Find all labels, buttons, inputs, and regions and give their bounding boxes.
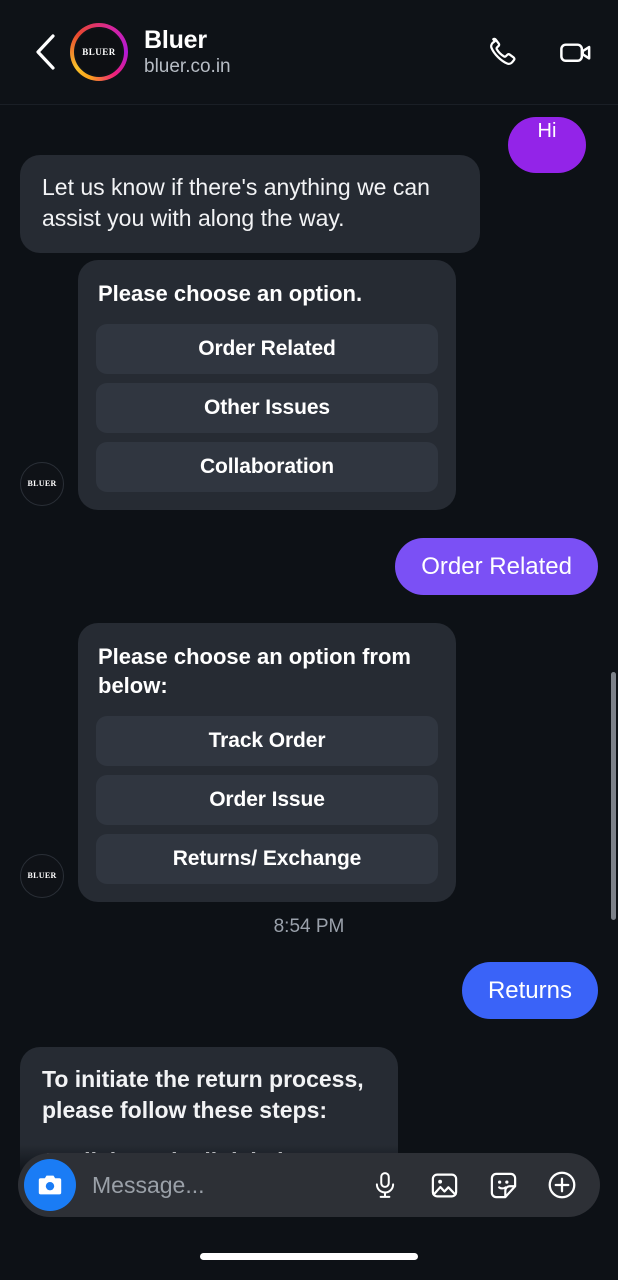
message-list-inner: Hi Let us know if there's anything we ca… bbox=[20, 117, 598, 1196]
option-other-issues[interactable]: Other Issues bbox=[96, 382, 438, 433]
message-row: Please choose an option. Order Related O… bbox=[20, 259, 598, 510]
message-list[interactable]: Hi Let us know if there's anything we ca… bbox=[0, 105, 618, 1280]
option-returns-exchange[interactable]: Returns/ Exchange bbox=[96, 833, 438, 884]
message-row: Let us know if there's anything we can a… bbox=[20, 155, 598, 253]
message-row: Returns bbox=[20, 961, 598, 1020]
message-row: Order Related bbox=[20, 537, 598, 596]
avatar-logo-text: BLUER bbox=[27, 479, 57, 489]
sticker-icon bbox=[490, 1172, 516, 1198]
avatar-logo-text: BLUER bbox=[82, 47, 116, 57]
chat-screen: BLUER Bluer bluer.co.in Hi Let us know i… bbox=[0, 0, 618, 1280]
message-bubble-sent[interactable]: Order Related bbox=[395, 537, 598, 596]
message-timestamp: 8:54 PM bbox=[273, 915, 345, 937]
message-text: Returns bbox=[487, 976, 572, 1004]
options-list: Order Related Other Issues Collaboration bbox=[96, 323, 438, 492]
message-bubble-options: Please choose an option from below: Trac… bbox=[78, 623, 456, 902]
sender-avatar: BLUER bbox=[20, 853, 64, 898]
option-track-order[interactable]: Track Order bbox=[96, 715, 438, 766]
scrollbar[interactable] bbox=[611, 672, 616, 920]
chevron-left-icon bbox=[36, 34, 55, 70]
camera-button[interactable] bbox=[24, 1159, 76, 1211]
page-title: Bluer bbox=[144, 25, 207, 54]
add-button[interactable] bbox=[544, 1167, 580, 1203]
mic-button[interactable] bbox=[367, 1167, 403, 1203]
image-icon bbox=[431, 1173, 457, 1197]
message-text: To initiate the return process, please f… bbox=[42, 1066, 364, 1124]
option-order-issue[interactable]: Order Issue bbox=[96, 774, 438, 825]
option-collaboration[interactable]: Collaboration bbox=[96, 441, 438, 492]
header-actions bbox=[482, 32, 596, 72]
gallery-button[interactable] bbox=[426, 1167, 462, 1203]
message-bubble-bot[interactable]: Let us know if there's anything we can a… bbox=[20, 155, 480, 253]
options-card-title: Please choose an option from below: bbox=[98, 644, 411, 698]
avatar-logo-text: BLUER bbox=[27, 871, 57, 881]
options-card-title: Please choose an option. bbox=[98, 280, 363, 306]
options-list: Track Order Order Issue Returns/ Exchang… bbox=[96, 715, 438, 884]
plus-circle-icon bbox=[548, 1171, 576, 1199]
phone-icon bbox=[490, 37, 516, 65]
sender-avatar: BLUER bbox=[20, 461, 64, 506]
home-indicator bbox=[200, 1253, 418, 1260]
option-order-related[interactable]: Order Related bbox=[96, 323, 438, 374]
back-button[interactable] bbox=[28, 29, 62, 75]
message-text: Let us know if there's anything we can a… bbox=[42, 174, 430, 231]
audio-call-button[interactable] bbox=[482, 32, 522, 72]
sticker-button[interactable] bbox=[485, 1167, 521, 1203]
message-input[interactable]: Message... bbox=[76, 1172, 367, 1199]
message-composer: Message... bbox=[18, 1153, 600, 1217]
message-text: Order Related bbox=[421, 552, 572, 580]
video-call-button[interactable] bbox=[556, 32, 596, 72]
composer-actions bbox=[367, 1167, 584, 1203]
message-bubble-options: Please choose an option. Order Related O… bbox=[78, 259, 456, 510]
avatar-inner: BLUER bbox=[74, 27, 124, 77]
video-camera-icon bbox=[560, 43, 591, 63]
message-row: Please choose an option from below: Trac… bbox=[20, 623, 598, 902]
message-bubble-cutoff[interactable]: Hi bbox=[508, 117, 586, 173]
avatar[interactable]: BLUER bbox=[70, 23, 128, 81]
composer-area: Message... bbox=[0, 1145, 618, 1280]
camera-icon bbox=[38, 1175, 62, 1195]
header-title-group[interactable]: Bluer bluer.co.in bbox=[144, 26, 482, 79]
message-bubble-sent[interactable]: Returns bbox=[461, 961, 598, 1020]
message-text: Hi bbox=[537, 120, 557, 142]
page-subtitle: bluer.co.in bbox=[144, 55, 231, 77]
microphone-icon bbox=[375, 1172, 395, 1198]
chat-header: BLUER Bluer bluer.co.in bbox=[0, 0, 618, 105]
